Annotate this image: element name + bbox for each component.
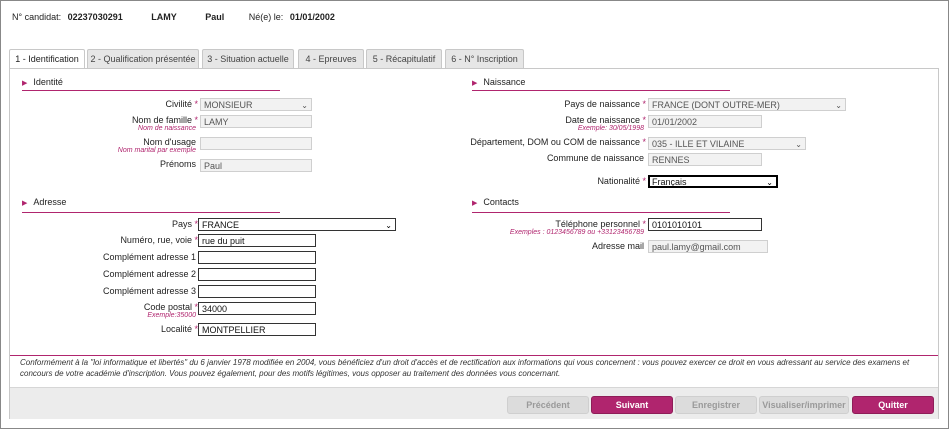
section-naissance-title: Naissance — [483, 77, 526, 87]
section-arrow-icon: ▶ — [472, 80, 478, 87]
quitter-button[interactable]: Quitter — [852, 396, 934, 414]
complement3-input[interactable] — [198, 285, 316, 298]
complement1-label: Complément adresse 1 — [102, 252, 196, 262]
candidate-header: N° candidat: 02237030291 LAMY Paul Né(e)… — [12, 12, 335, 22]
legal-divider — [10, 355, 938, 356]
civilite-label: Civilité * — [165, 99, 198, 109]
telephone-label: Téléphone personnel * — [555, 219, 646, 229]
candidate-first-name: Paul — [205, 12, 225, 22]
pays-naissance-label: Pays de naissance * — [564, 99, 646, 109]
candidate-birth-date: 01/01/2002 — [289, 12, 335, 22]
code-postal-input[interactable]: 34000 — [198, 302, 316, 315]
section-arrow-icon: ▶ — [22, 80, 28, 87]
complement2-label: Complément adresse 2 — [102, 269, 196, 279]
telephone-hint: Exemples : 0123456789 ou +33123456789 — [509, 229, 644, 236]
tab-inscription[interactable]: 6 - N° Inscription — [445, 49, 524, 68]
chevron-down-icon: ⌄ — [795, 140, 802, 149]
precedent-button[interactable]: Précédent — [507, 396, 589, 414]
nom-famille-label: Nom de famille * — [131, 115, 198, 125]
civilite-select[interactable]: MONSIEUR ⌄ — [200, 98, 312, 111]
pays-label: Pays * — [171, 219, 198, 229]
prenoms-label: Prénoms — [159, 159, 196, 169]
commune-input[interactable]: RENNES — [648, 153, 762, 166]
tab-recapitulatif[interactable]: 5 - Récapitulatif — [366, 49, 442, 68]
suivant-button[interactable]: Suivant — [591, 396, 673, 414]
nom-famille-input[interactable]: LAMY — [200, 115, 312, 128]
complement3-label: Complément adresse 3 — [102, 286, 196, 296]
section-adresse: ▶ Adresse — [22, 197, 66, 207]
localite-label: Localité * — [160, 324, 198, 334]
prenoms-input[interactable]: Paul — [200, 159, 312, 172]
complement2-input[interactable] — [198, 268, 316, 281]
complement1-input[interactable] — [198, 251, 316, 264]
section-contacts-title: Contacts — [483, 197, 519, 207]
section-rule — [472, 90, 730, 91]
candidate-number-label: N° candidat: — [12, 12, 62, 22]
enregistrer-button[interactable]: Enregistrer — [675, 396, 757, 414]
section-adresse-title: Adresse — [33, 197, 67, 207]
date-naissance-label: Date de naissance * — [565, 115, 646, 125]
code-postal-label: Code postal * — [143, 302, 198, 312]
email-input[interactable]: paul.lamy@gmail.com — [648, 240, 768, 253]
section-identite: ▶ Identité — [22, 77, 63, 87]
telephone-input[interactable]: 0101010101 — [648, 218, 762, 231]
section-contacts: ▶ Contacts — [472, 197, 519, 207]
nom-famille-hint: Nom de naissance — [138, 125, 196, 132]
tab-situation[interactable]: 3 - Situation actuelle — [202, 49, 294, 68]
numero-rue-input[interactable]: rue du puit — [198, 234, 316, 247]
birth-date-label: Né(e) le: — [248, 12, 284, 22]
chevron-down-icon: ⌄ — [301, 101, 308, 110]
pays-naissance-select[interactable]: FRANCE (DONT OUTRE-MER) ⌄ — [648, 98, 846, 111]
form-panel: ▶ Identité Civilité * MONSIEUR ⌄ Nom de fa… — [9, 68, 939, 419]
candidate-number: 02237030291 — [67, 12, 123, 22]
chevron-down-icon: ⌄ — [766, 178, 773, 187]
nationalite-label: Nationalité * — [597, 176, 646, 186]
date-naissance-input[interactable]: 01/01/2002 — [648, 115, 762, 128]
tab-qualification[interactable]: 2 - Qualification présentée — [87, 49, 199, 68]
section-arrow-icon: ▶ — [472, 200, 478, 207]
section-identite-title: Identité — [33, 77, 63, 87]
visualiser-button[interactable]: Visualiser/imprimer — [759, 396, 849, 414]
section-rule — [472, 212, 730, 213]
section-rule — [22, 212, 280, 213]
section-rule — [22, 90, 280, 91]
date-naissance-hint: Exemple: 30/05/1998 — [577, 125, 644, 132]
legal-notice: Conformément à la "loi informatique et l… — [20, 358, 910, 378]
nom-usage-hint: Nom marital par exemple — [117, 147, 196, 154]
email-label: Adresse mail — [591, 241, 644, 251]
candidate-last-name: LAMY — [151, 12, 177, 22]
commune-label: Commune de naissance — [546, 153, 644, 163]
tab-epreuves[interactable]: 4 - Epreuves — [298, 49, 364, 68]
action-bar: Précédent Suivant Enregistrer Visualiser… — [10, 387, 938, 419]
section-arrow-icon: ▶ — [22, 200, 28, 207]
pays-select[interactable]: FRANCE ⌄ — [198, 218, 396, 231]
nationalite-select[interactable]: Français ⌄ — [648, 175, 778, 188]
code-postal-hint: Exemple:35000 — [147, 312, 196, 319]
chevron-down-icon: ⌄ — [385, 221, 392, 230]
tab-identification[interactable]: 1 - Identification — [9, 49, 85, 69]
numero-rue-label: Numéro, rue, voie * — [120, 235, 198, 245]
departement-label: Département, DOM ou COM de naissance * — [470, 137, 646, 147]
departement-select[interactable]: 035 - ILLE ET VILAINE ⌄ — [648, 137, 806, 150]
nom-usage-input[interactable] — [200, 137, 312, 150]
nom-usage-label: Nom d'usage — [143, 137, 196, 147]
localite-input[interactable]: MONTPELLIER — [198, 323, 316, 336]
chevron-down-icon: ⌄ — [835, 101, 842, 110]
section-naissance: ▶ Naissance — [472, 77, 525, 87]
